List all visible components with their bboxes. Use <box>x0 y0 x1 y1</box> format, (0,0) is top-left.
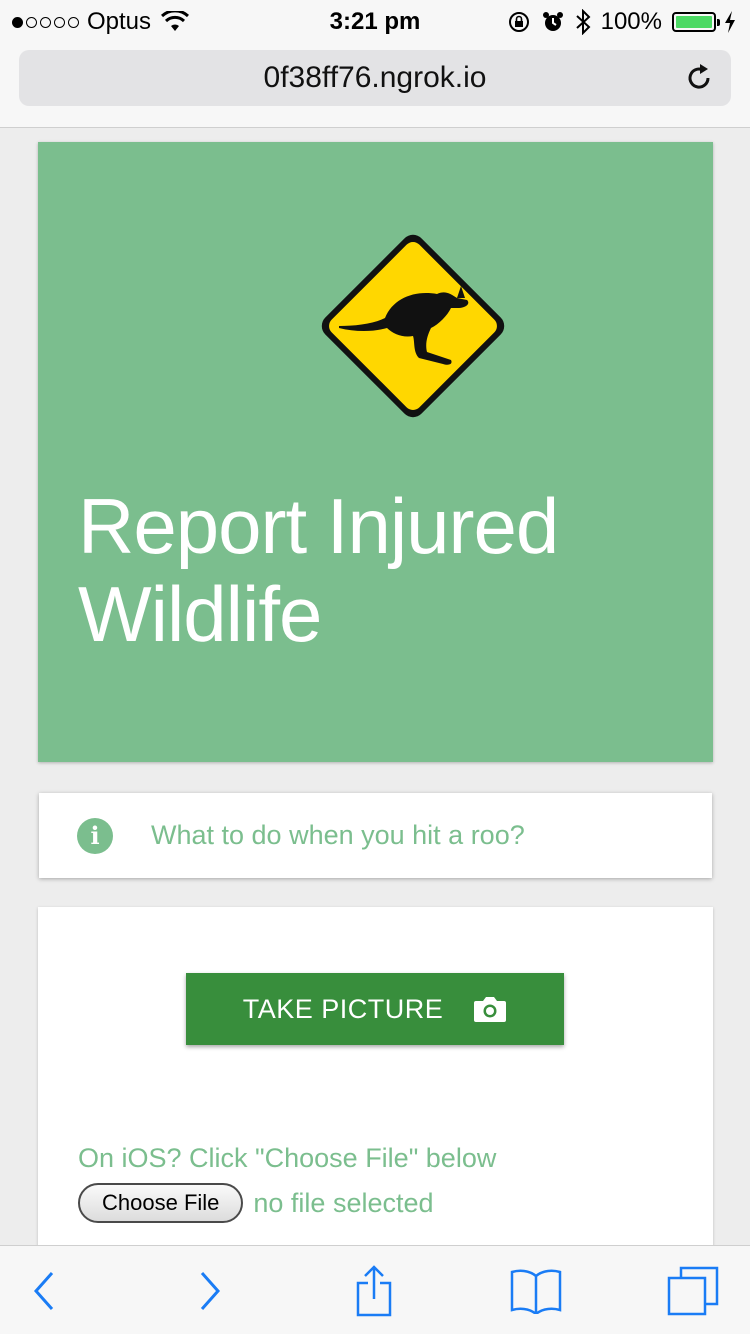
share-button[interactable] <box>352 1265 396 1317</box>
info-icon: i <box>77 817 113 854</box>
browser-address-bar: 0f38ff76.ngrok.io <box>0 40 750 128</box>
alarm-icon <box>542 12 563 31</box>
back-icon <box>33 1272 54 1310</box>
file-status-text: no file selected <box>253 1187 434 1218</box>
kangaroo-sign-icon <box>321 234 505 418</box>
back-button[interactable] <box>26 1268 62 1314</box>
camera-icon <box>474 997 507 1022</box>
battery-percent: 100% <box>600 8 662 35</box>
choose-file-button[interactable]: Choose File <box>78 1183 244 1223</box>
share-icon <box>356 1265 392 1317</box>
take-picture-label: TAKE PICTURE <box>242 993 444 1024</box>
take-picture-button[interactable]: TAKE PICTURE <box>186 973 564 1045</box>
status-right-group: 100% <box>507 8 736 36</box>
forward-icon <box>200 1272 221 1310</box>
url-text: 0f38ff76.ngrok.io <box>263 61 487 94</box>
tabs-button[interactable] <box>666 1266 720 1316</box>
tabs-icon <box>667 1266 719 1316</box>
page-title: Report Injured Wildlife <box>78 482 559 658</box>
upload-form-card: TAKE PICTURE On iOS? Click "Choose File"… <box>38 907 713 1267</box>
status-bar: Optus 3:21 pm 100% <box>0 0 750 40</box>
reload-icon[interactable] <box>683 62 715 94</box>
bookmarks-button[interactable] <box>508 1268 564 1314</box>
charging-icon <box>725 11 735 33</box>
bookmarks-icon <box>510 1269 562 1314</box>
lock-rotation-icon <box>508 12 529 32</box>
bluetooth-icon <box>575 9 591 35</box>
browser-toolbar <box>0 1245 750 1334</box>
hero-card: Report Injured Wildlife <box>38 142 713 762</box>
file-input-row: Choose File no file selected <box>78 1183 434 1223</box>
url-field[interactable]: 0f38ff76.ngrok.io <box>19 50 731 106</box>
ios-hint-text: On iOS? Click "Choose File" below <box>78 1143 497 1173</box>
battery-icon <box>672 12 720 32</box>
info-link-card[interactable]: i What to do when you hit a roo? <box>39 793 712 878</box>
forward-button[interactable] <box>192 1268 228 1314</box>
info-link-text[interactable]: What to do when you hit a roo? <box>151 820 525 851</box>
